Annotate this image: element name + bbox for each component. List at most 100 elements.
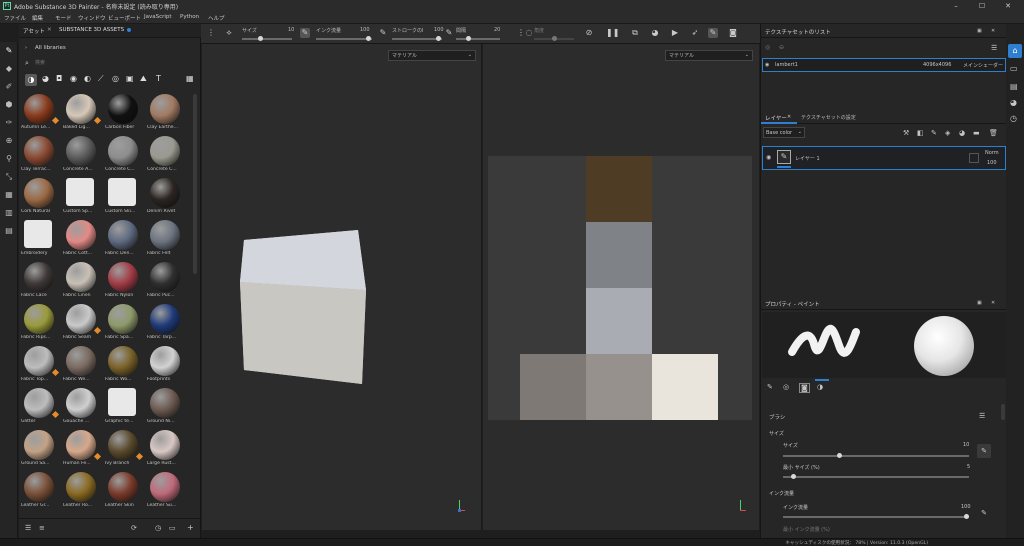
float-icon[interactable]: ▣ — [977, 28, 982, 34]
add-effect-icon[interactable]: ⚒ — [903, 129, 909, 137]
menu-window[interactable]: ウィンドウ — [78, 14, 106, 22]
asset-tile[interactable]: Fabric Den... — [105, 220, 147, 262]
grid-view-icon[interactable]: ▦ — [186, 74, 194, 83]
add-folder-icon[interactable]: ▬ — [973, 129, 980, 137]
asset-tile[interactable]: Fabric Top... — [21, 346, 63, 388]
brush-filter-icon[interactable]: ⟋ — [98, 74, 104, 84]
asset-tile[interactable]: Clay Terrac... — [21, 136, 63, 178]
asset-tile[interactable]: Fabric Lace — [21, 262, 63, 304]
asset-tile[interactable]: Fabric Linen — [63, 262, 105, 304]
delete-layer-icon[interactable]: 🗑 — [989, 129, 998, 137]
history-icon[interactable]: ◷ — [1010, 114, 1017, 123]
tab-close-icon[interactable]: ✕ — [787, 114, 791, 120]
spacing-value[interactable]: 20 — [494, 27, 500, 33]
size-slider[interactable] — [242, 36, 292, 41]
camera-video-icon[interactable]: ▶ — [670, 28, 680, 38]
asset-tile[interactable]: Clay Earthe... — [147, 94, 189, 136]
flow-pen-pressure-icon[interactable]: ✎ — [977, 506, 991, 520]
alpha-tab-icon[interactable]: ◎ — [783, 383, 789, 391]
search-input[interactable] — [35, 58, 195, 68]
add-fill-layer-icon[interactable]: ◈ — [945, 129, 950, 137]
properties-scrollbar[interactable] — [1001, 404, 1005, 420]
asset-tile[interactable]: Embroidery — [21, 220, 63, 262]
layer-icon[interactable]: ▥ — [4, 208, 14, 218]
asset-tile[interactable]: Concrete A... — [63, 136, 105, 178]
chevron-right-icon[interactable]: › — [25, 45, 27, 51]
uv-canvas[interactable] — [488, 156, 752, 420]
textureset-list-icon[interactable]: ⌂ — [1008, 44, 1022, 58]
path-icon[interactable]: ⤡ — [4, 172, 14, 182]
asset-tile[interactable]: Fabric Spa... — [105, 304, 147, 346]
asset-tile[interactable]: Graphic te... — [105, 388, 147, 430]
geometry-mask-icon[interactable]: ▦ — [4, 190, 14, 200]
layer-mask-slot[interactable] — [969, 153, 979, 163]
asset-tile[interactable]: Fabric Tarp... — [147, 304, 189, 346]
asset-tile[interactable]: Ground Sa... — [21, 430, 63, 472]
viewport2d-material-dropdown[interactable]: マテリアル ⌄ — [665, 50, 753, 61]
asset-tile[interactable]: Ground Ni... — [147, 388, 189, 430]
asset-tile[interactable]: Fabric Nylon — [105, 262, 147, 304]
spacing-slider[interactable] — [456, 36, 500, 41]
text-icon[interactable]: T — [156, 74, 161, 83]
asset-tile[interactable]: Custom Sp... — [63, 178, 105, 220]
size-pen-pressure-icon[interactable]: ✎ — [977, 444, 991, 458]
add-mask-icon[interactable]: ◧ — [917, 129, 924, 137]
asset-tile[interactable]: Fabric We... — [63, 346, 105, 388]
close-icon[interactable]: ✕ — [991, 28, 995, 34]
angle-slider[interactable] — [534, 36, 574, 41]
minimize-button[interactable]: – — [944, 1, 968, 11]
assets-scrollbar[interactable] — [193, 94, 197, 274]
stroke-value[interactable]: 100 — [434, 27, 444, 33]
asset-tile[interactable]: Cork Natural — [21, 178, 63, 220]
link-icon[interactable]: ⊖ — [779, 44, 784, 51]
environment-icon[interactable]: ⛰ — [140, 74, 147, 84]
tab-layers[interactable]: レイヤー — [765, 114, 787, 122]
filter-icon[interactable]: ◉ — [70, 74, 77, 83]
tab-textureset-settings[interactable]: テクスチャセットの設定 — [801, 114, 856, 121]
picker-icon[interactable]: ⚲ — [4, 154, 14, 164]
flow-slider[interactable] — [316, 36, 372, 41]
asset-tile[interactable]: Footprints — [147, 346, 189, 388]
asset-tile[interactable]: Concrete C... — [105, 136, 147, 178]
close-button[interactable]: ✕ — [996, 1, 1020, 11]
symmetry-icon[interactable]: ⟡ — [224, 28, 234, 38]
viewport-3d[interactable]: マテリアル ⌄ — [202, 44, 482, 530]
viewport-2d[interactable]: マテリアル ⌄ — [483, 44, 759, 530]
refresh-icon[interactable]: ⟳ — [131, 524, 137, 532]
shader-settings-icon[interactable]: ▤ — [1010, 82, 1018, 91]
asset-tile[interactable]: Concrete C... — [147, 136, 189, 178]
generator-icon[interactable]: ◐ — [84, 74, 91, 83]
paint-mode-icon[interactable]: ✎ — [708, 28, 718, 38]
asset-tile[interactable]: Large Rust... — [147, 430, 189, 472]
tab-close-icon[interactable]: ✕ — [47, 27, 52, 33]
asset-tile[interactable]: Gouache ... — [63, 388, 105, 430]
iray-icon[interactable]: ➶ — [690, 28, 700, 38]
smart-material-icon[interactable]: ◕ — [42, 74, 49, 83]
flow-value[interactable]: 100 — [961, 504, 971, 510]
channel-dropdown[interactable]: Base color ⌄ — [763, 127, 805, 138]
material-tab-icon[interactable]: ◑ — [817, 383, 823, 391]
clone-icon[interactable]: ⊕ — [4, 136, 14, 146]
asset-tile[interactable]: Leather Ro... — [63, 472, 105, 514]
textureset-row[interactable]: ◉ lambert1 4096x4096 メインシェーダー — [762, 58, 1006, 72]
add-smart-material-icon[interactable]: ◕ — [959, 129, 965, 137]
tab-substance-assets[interactable]: SUBSTANCE 3D ASSETS — [59, 27, 124, 33]
asset-tile[interactable]: Autumn Le... — [21, 94, 63, 136]
materials-filter-icon[interactable]: ◑ — [25, 74, 37, 86]
asset-tile[interactable]: Glitter — [21, 388, 63, 430]
menu-help[interactable]: ヘルプ — [208, 14, 225, 22]
stroke-slider[interactable] — [392, 36, 442, 41]
smudge-icon[interactable]: ✑ — [4, 118, 14, 128]
preset-menu-icon[interactable]: ☰ — [979, 412, 985, 420]
float-icon[interactable]: ▣ — [977, 300, 982, 306]
asset-tile[interactable]: Fabric Wo... — [105, 346, 147, 388]
list-view-icon[interactable]: ☰ — [25, 524, 31, 532]
layer-visibility-eye-icon[interactable]: ◉ — [766, 154, 771, 161]
asset-tile[interactable]: Carbon Fiber — [105, 94, 147, 136]
add-paint-layer-icon[interactable]: ✎ — [931, 129, 937, 137]
add-icon[interactable]: + — [187, 523, 194, 532]
pause-icon[interactable]: ❚❚ — [606, 28, 619, 38]
layer-name[interactable]: レイヤー 1 — [795, 155, 820, 162]
size-value[interactable]: 10 — [288, 27, 294, 33]
layer-row[interactable]: ◉ ✎ レイヤー 1 Norm 100 — [762, 146, 1006, 170]
